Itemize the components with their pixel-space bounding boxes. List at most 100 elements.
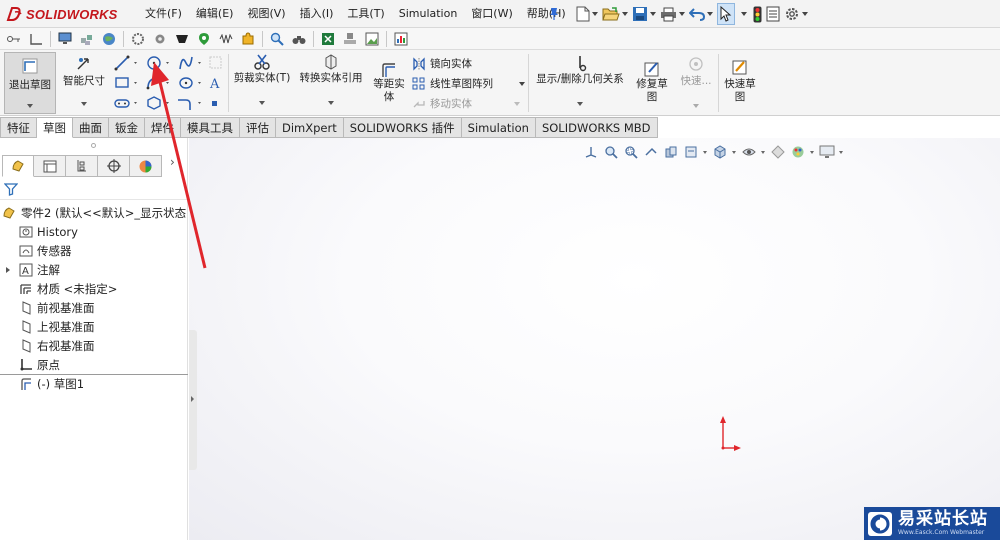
- feature-tree-tab[interactable]: [2, 155, 34, 177]
- menu-tools[interactable]: 工具(T): [340, 0, 391, 28]
- tab-solidworks-addins[interactable]: SOLIDWORKS 插件: [343, 117, 462, 138]
- configuration-manager-icon: [77, 160, 86, 172]
- rapid-sketch-button[interactable]: 快速草 图: [720, 58, 760, 104]
- options-button[interactable]: [784, 3, 808, 25]
- section-view-icon[interactable]: [663, 144, 679, 160]
- gear-settings-icon[interactable]: [130, 31, 145, 46]
- excel-icon[interactable]: [320, 31, 335, 46]
- rapid-snaps-button[interactable]: 快速...: [676, 56, 716, 108]
- convert-entities-button[interactable]: 转换实体引用: [296, 54, 366, 105]
- corner-icon[interactable]: [28, 31, 43, 46]
- exit-sketch-button[interactable]: 退出草图: [4, 52, 56, 114]
- dynamic-annotation-icon[interactable]: [683, 144, 699, 160]
- tree-item-right-plane[interactable]: 右视基准面: [18, 337, 95, 355]
- linear-pattern-button[interactable]: 线性草图阵列: [412, 76, 525, 91]
- tree-item-front-plane[interactable]: 前视基准面: [18, 299, 95, 317]
- monitor-icon[interactable]: [57, 31, 72, 46]
- origin-triad-icon: [720, 416, 741, 451]
- tab-sheet-metal[interactable]: 钣金: [109, 117, 145, 138]
- solidworks-logo[interactable]: SOLIDWORKS: [6, 4, 118, 24]
- pin-icon[interactable]: [548, 7, 560, 21]
- tree-item-history[interactable]: History: [18, 223, 78, 241]
- rollback-bar[interactable]: [0, 374, 188, 375]
- key-icon[interactable]: [6, 31, 21, 46]
- display-style-icon[interactable]: [741, 144, 757, 160]
- tree-item-sensors[interactable]: 传感器: [18, 242, 72, 260]
- crosshair-icon: [106, 159, 121, 173]
- history-icon: [18, 225, 33, 240]
- apply-scene-icon[interactable]: [819, 144, 835, 160]
- repair-sketch-icon: [644, 62, 659, 77]
- tab-dimxpert[interactable]: DimXpert: [276, 117, 344, 138]
- menu-window[interactable]: 窗口(W): [464, 0, 519, 28]
- tab-evaluate[interactable]: 评估: [240, 117, 276, 138]
- tab-solidworks-mbd[interactable]: SOLIDWORKS MBD: [535, 117, 658, 138]
- edit-appearance-icon[interactable]: [790, 144, 806, 160]
- globe-icon[interactable]: [101, 31, 116, 46]
- undo-button[interactable]: [689, 3, 713, 25]
- smart-dimension-button[interactable]: 智能尺寸: [60, 54, 108, 106]
- location-pin-icon[interactable]: [196, 31, 211, 46]
- menu-insert[interactable]: 插入(I): [293, 0, 341, 28]
- repair-sketch-button[interactable]: 修复草 图: [630, 60, 674, 104]
- tree-item-annotations[interactable]: A 注解: [18, 261, 60, 279]
- tree-item-top-plane[interactable]: 上视基准面: [18, 318, 95, 336]
- traffic-light-icon: [753, 6, 762, 22]
- previous-view-icon[interactable]: [643, 144, 659, 160]
- save-button[interactable]: [632, 3, 656, 25]
- file-properties-button[interactable]: [766, 3, 780, 25]
- new-document-button[interactable]: [576, 3, 598, 25]
- property-manager-icon: [43, 160, 56, 172]
- panel-collapse-handle[interactable]: [189, 330, 197, 470]
- tab-surfaces[interactable]: 曲面: [73, 117, 109, 138]
- print-button[interactable]: [660, 3, 685, 25]
- menu-simulation[interactable]: Simulation: [392, 0, 465, 28]
- move-entities-icon: [413, 100, 425, 107]
- select-button[interactable]: [717, 3, 735, 25]
- spring-icon[interactable]: [218, 31, 233, 46]
- mirror-entities-button[interactable]: 镜向实体: [412, 56, 472, 71]
- tray-icon[interactable]: [174, 31, 189, 46]
- tree-item-origin[interactable]: 原点: [18, 356, 60, 374]
- magnifier-icon[interactable]: [269, 31, 284, 46]
- filter-icon[interactable]: [4, 182, 18, 196]
- tab-sketch[interactable]: 草图: [37, 117, 73, 138]
- dimxpert-manager-tab[interactable]: [98, 155, 130, 177]
- display-relations-button[interactable]: 显示/删除几何关系: [532, 54, 628, 106]
- annotations-expander[interactable]: [6, 267, 10, 273]
- watermark-title: 易采站长站: [898, 509, 988, 529]
- graphics-area[interactable]: [189, 138, 1000, 540]
- part-icon: [2, 206, 17, 221]
- tree-item-material[interactable]: 材质 <未指定>: [18, 280, 117, 298]
- tab-simulation[interactable]: Simulation: [461, 117, 536, 138]
- report-icon[interactable]: [393, 31, 408, 46]
- property-manager-tab[interactable]: [34, 155, 66, 177]
- zoom-to-fit-icon[interactable]: [603, 144, 619, 160]
- move-entities-button[interactable]: 移动实体: [412, 96, 520, 111]
- convert-entities-icon: [325, 54, 337, 70]
- hide-show-items-icon[interactable]: [770, 144, 786, 160]
- view-orientation-cube-icon[interactable]: [712, 144, 728, 160]
- image-edit-icon[interactable]: [364, 31, 379, 46]
- menu-help[interactable]: 帮助(H): [520, 0, 573, 28]
- offset-entities-button[interactable]: 等距实 体: [370, 62, 408, 104]
- open-document-button[interactable]: [602, 3, 628, 25]
- menu-edit[interactable]: 编辑(E): [189, 0, 241, 28]
- assembly-icon[interactable]: [79, 31, 94, 46]
- menu-file[interactable]: 文件(F): [138, 0, 189, 28]
- puzzle-icon[interactable]: [240, 31, 255, 46]
- linear-pattern-icon: [412, 77, 425, 89]
- zoom-to-area-icon[interactable]: [623, 144, 639, 160]
- tree-item-sketch1[interactable]: (-) 草图1: [18, 375, 84, 393]
- configuration-manager-tab[interactable]: [66, 155, 98, 177]
- mirror-icon: [413, 56, 425, 71]
- view-orientation-icon[interactable]: [583, 144, 599, 160]
- trim-entities-button[interactable]: 剪裁实体(T): [232, 54, 292, 105]
- tab-features[interactable]: 特征: [0, 117, 37, 138]
- menu-view[interactable]: 视图(V): [240, 0, 292, 28]
- gear-alt-icon[interactable]: [152, 31, 167, 46]
- binoculars-icon[interactable]: [291, 31, 306, 46]
- save-icon: [633, 7, 647, 21]
- rebuild-button[interactable]: [753, 3, 762, 25]
- stamp-icon[interactable]: [342, 31, 357, 46]
